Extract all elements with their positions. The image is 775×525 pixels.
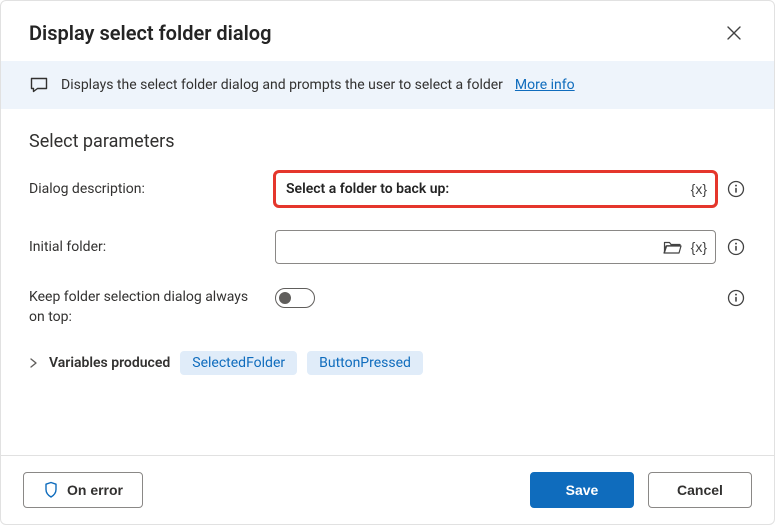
variables-produced-row[interactable]: Variables produced SelectedFolder Button… [29,351,746,375]
row-initial-folder: Initial folder: {x} [29,230,746,264]
info-banner-text: Displays the select folder dialog and pr… [61,77,503,93]
variables-produced-label: Variables produced [49,355,170,371]
cancel-button[interactable]: Cancel [648,472,752,508]
info-icon [727,289,745,307]
shield-icon [43,481,59,499]
keep-on-top-toggle[interactable] [275,288,315,308]
on-error-button[interactable]: On error [23,472,143,508]
label-dialog-description: Dialog description: [29,181,275,197]
save-label: Save [566,482,599,498]
dialog-body: Select parameters Dialog description: Se… [1,109,774,455]
cancel-label: Cancel [677,482,723,498]
on-error-label: On error [67,482,123,498]
label-keep-on-top: Keep folder selection dialog always on t… [29,288,275,327]
insert-variable-button[interactable]: {x} [691,181,707,197]
info-button-dialog-description[interactable] [726,179,746,199]
info-banner: Displays the select folder dialog and pr… [1,61,774,109]
insert-variable-button[interactable]: {x} [691,239,707,255]
dialog-footer: On error Save Cancel [1,455,774,524]
section-title: Select parameters [29,131,746,152]
save-button[interactable]: Save [530,472,634,508]
row-keep-on-top: Keep folder selection dialog always on t… [29,288,746,327]
dialog-description-input[interactable]: Select a folder to back up: {x} [275,172,716,206]
dialog-description-value: Select a folder to back up: [286,181,685,197]
close-icon [727,26,741,40]
initial-folder-input[interactable]: {x} [275,230,716,264]
close-button[interactable] [720,19,748,47]
more-info-link[interactable]: More info [515,77,575,93]
label-initial-folder: Initial folder: [29,239,275,255]
row-dialog-description: Dialog description: Select a folder to b… [29,172,746,206]
info-button-keep-on-top[interactable] [726,288,746,308]
variable-chip-buttonpressed[interactable]: ButtonPressed [307,351,423,375]
toggle-knob [279,292,291,304]
info-icon [727,238,745,256]
browse-folder-button[interactable] [663,239,683,255]
chevron-right-icon [29,358,39,368]
variable-chip-selectedfolder[interactable]: SelectedFolder [180,351,297,375]
info-button-initial-folder[interactable] [726,237,746,257]
folder-open-icon [663,239,683,255]
dialog-title: Display select folder dialog [29,21,271,45]
dialog-header: Display select folder dialog [1,1,774,61]
info-icon [727,180,745,198]
comment-icon [29,75,49,95]
